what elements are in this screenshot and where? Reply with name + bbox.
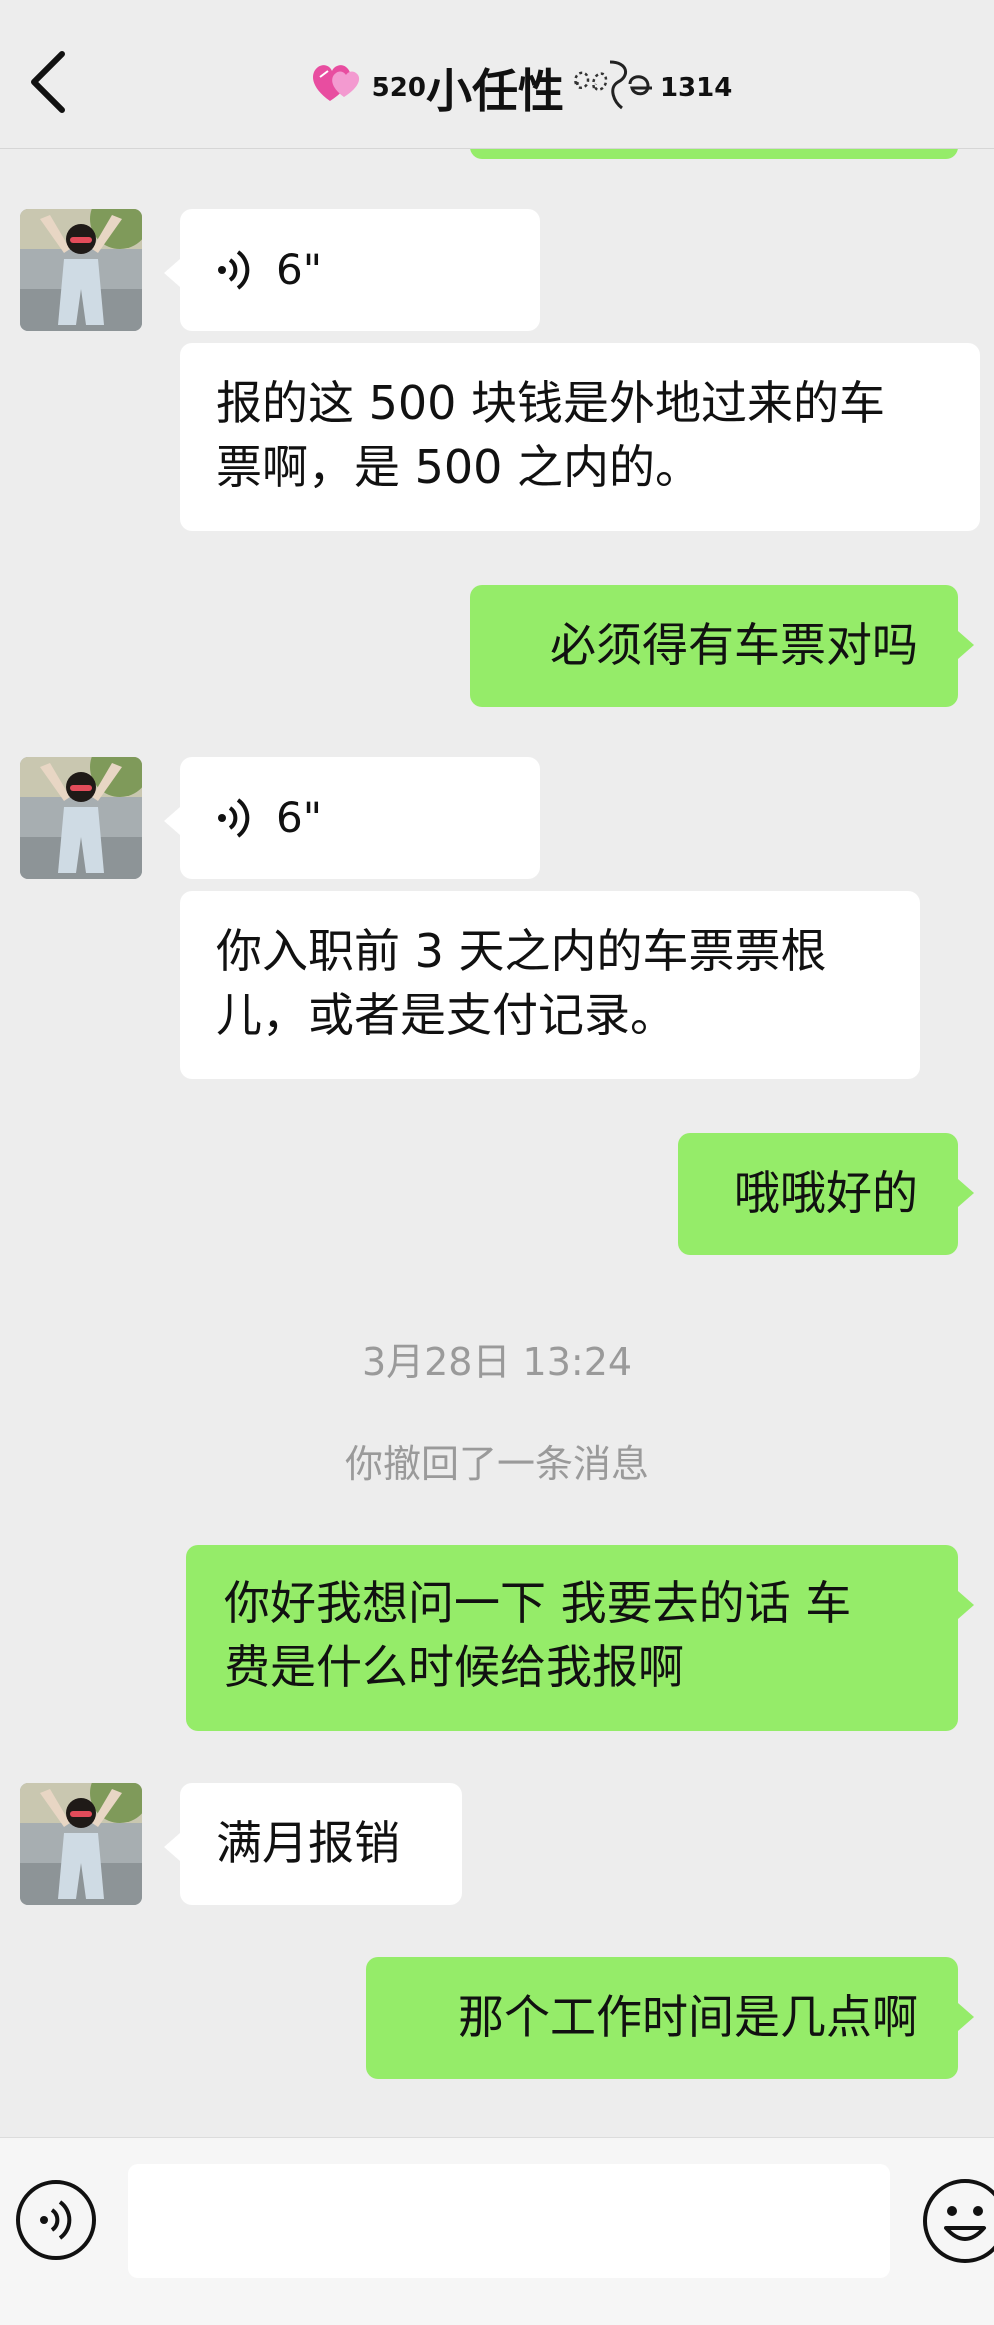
- voice-duration: 6": [276, 793, 323, 842]
- message-bubble[interactable]: 你入职前 3 天之内的车票票根 儿，或者是支付记录。: [180, 891, 920, 1079]
- message-input[interactable]: [128, 2164, 890, 2278]
- avatar[interactable]: [20, 1783, 142, 1905]
- avatar[interactable]: [20, 757, 142, 879]
- chevron-left-icon: [31, 51, 65, 113]
- voice-wave-icon: [218, 798, 250, 838]
- emoji-button[interactable]: [920, 2176, 994, 2266]
- message-list[interactable]: 6" 报的这 500 块钱是外地过来的车 票啊，是 500 之内的。 必须得有车…: [0, 109, 994, 2137]
- message-bubble[interactable]: 报的这 500 块钱是外地过来的车 票啊，是 500 之内的。: [180, 343, 980, 531]
- message-bubble[interactable]: 你好我想问一下 我要去的话 车 费是什么时候给我报啊: [186, 1545, 974, 1731]
- contact-name: 小任性: [425, 64, 564, 118]
- title-prefix-sup: 20: [389, 73, 426, 103]
- voice-message[interactable]: 6": [164, 757, 540, 879]
- voice-input-icon: [16, 2180, 96, 2260]
- title-suffix-sub: 14: [696, 73, 733, 103]
- avatar[interactable]: [20, 209, 142, 331]
- emoji-icon: [923, 2179, 994, 2263]
- message-text-line: 费是什么时候给我报啊: [224, 1640, 684, 1694]
- back-button[interactable]: [22, 44, 82, 120]
- voice-message[interactable]: 6": [164, 209, 540, 331]
- chat-header: 5 20 小任性 13 14: [0, 0, 994, 149]
- message-text: 哦哦好的: [734, 1166, 918, 1220]
- message-text: 满月报销: [216, 1816, 400, 1870]
- input-bar: [0, 2137, 994, 2325]
- message-text-line: 票啊，是 500 之内的。: [216, 440, 702, 494]
- timestamp: 3月28日 13:24: [361, 1340, 633, 1384]
- voice-wave-icon: [218, 250, 250, 290]
- message-bubble[interactable]: 那个工作时间是几点啊: [366, 1957, 974, 2079]
- recall-notice: 你撤回了一条消息: [344, 1442, 649, 1486]
- voice-duration: 6": [276, 245, 323, 294]
- message-text-line: 报的这 500 块钱是外地过来的车: [216, 376, 886, 430]
- message-bubble[interactable]: 哦哦好的: [678, 1133, 974, 1255]
- chat-title[interactable]: 5 20 小任性 13 14: [200, 48, 840, 128]
- message-text-line: 你入职前 3 天之内的车票票根: [216, 924, 827, 978]
- message-text-line: 儿，或者是支付记录。: [216, 988, 676, 1042]
- message-text-line: 你好我想问一下 我要去的话 车: [224, 1576, 852, 1630]
- decorative-script-icon: [568, 54, 656, 123]
- message-text: 必须得有车票对吗: [550, 618, 918, 672]
- message-bubble[interactable]: 必须得有车票对吗: [470, 585, 974, 707]
- hearts-emoji-icon: [308, 57, 366, 120]
- title-prefix-sub: 5: [371, 73, 390, 103]
- message-text: 那个工作时间是几点啊: [458, 1990, 918, 2044]
- title-suffix-sup: 13: [659, 73, 697, 103]
- message-bubble[interactable]: 满月报销: [164, 1783, 462, 1905]
- voice-input-button[interactable]: [14, 2178, 98, 2262]
